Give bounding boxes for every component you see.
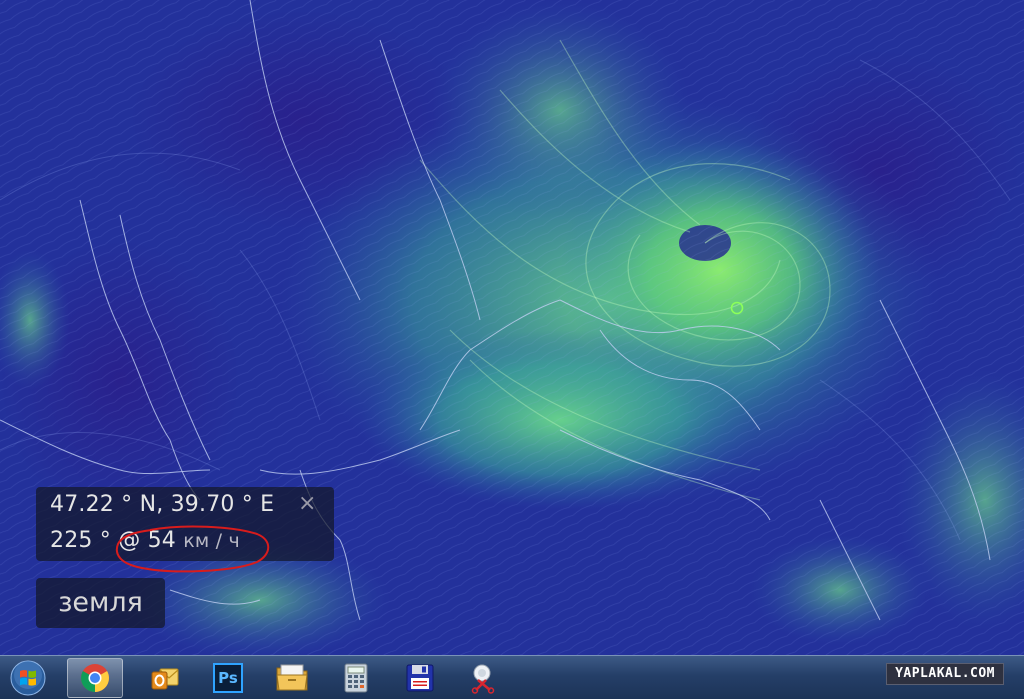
save-taskbar-button[interactable] xyxy=(392,658,448,698)
photoshop-icon: Ps xyxy=(213,663,243,693)
file-explorer-taskbar-button[interactable] xyxy=(264,658,320,698)
windows-start-button[interactable] xyxy=(6,658,50,698)
file-explorer-icon xyxy=(276,664,308,691)
site-watermark: YAPLAKAL.COM xyxy=(886,663,1004,685)
coordinates-text: 47.22 ° N, 39.70 ° E xyxy=(50,492,275,517)
location-info-panel: 47.22 ° N, 39.70 ° E × 225 ° @ 54 км / ч xyxy=(36,487,334,561)
snipping-tool-icon xyxy=(471,664,495,694)
wind-speed-text: @ 54 xyxy=(118,528,176,553)
taskbar: Ps xyxy=(0,655,1024,699)
wind-direction-text: 225 ° xyxy=(50,528,111,553)
close-icon[interactable]: × xyxy=(298,491,317,516)
snipping-tool-taskbar-button[interactable] xyxy=(456,658,512,698)
chrome-icon xyxy=(81,664,109,692)
calculator-taskbar-button[interactable] xyxy=(328,658,384,698)
chrome-taskbar-button[interactable] xyxy=(67,658,123,698)
earth-menu-button[interactable]: земля xyxy=(36,578,165,628)
calculator-icon xyxy=(344,663,368,693)
screen: 47.22 ° N, 39.70 ° E × 225 ° @ 54 км / ч… xyxy=(0,0,1024,699)
windows-logo-icon xyxy=(10,660,46,696)
wind-speed-unit[interactable]: км / ч xyxy=(183,530,240,552)
photoshop-taskbar-button[interactable]: Ps xyxy=(200,658,256,698)
outlook-taskbar-button[interactable] xyxy=(137,658,193,698)
wind-readout: 225 ° @ 54 км / ч xyxy=(50,528,240,553)
save-floppy-icon xyxy=(406,664,434,692)
outlook-icon xyxy=(151,668,179,690)
